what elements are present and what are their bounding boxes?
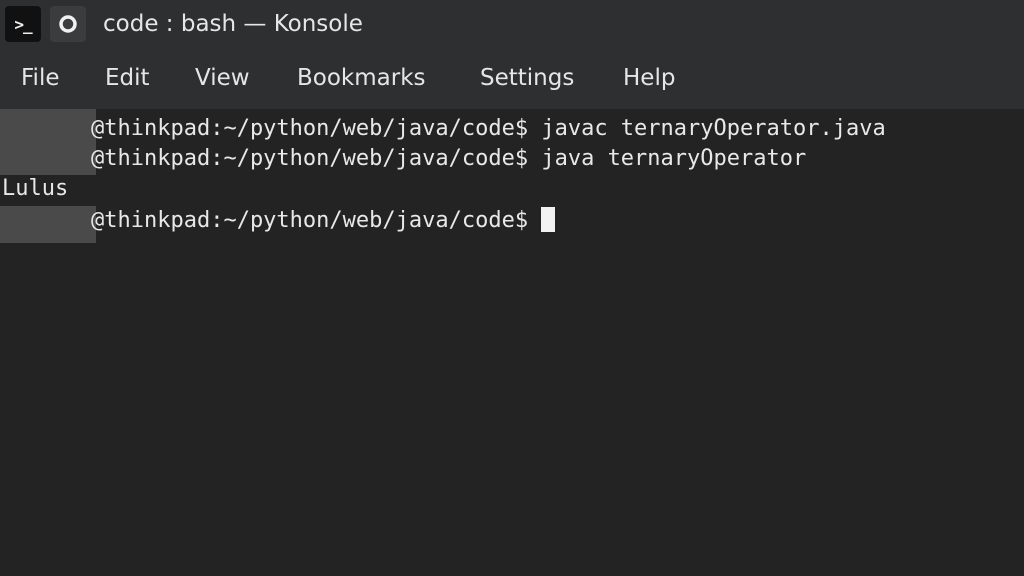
- terminal-line-2: @thinkpad:~/python/web/java/code$ java t…: [91, 144, 806, 174]
- window-title: code : bash — Konsole: [103, 11, 363, 37]
- redacted-username-block: [0, 109, 96, 175]
- menu-bookmarks[interactable]: Bookmarks: [297, 65, 426, 91]
- command: [528, 208, 541, 233]
- terminal-area[interactable]: @thinkpad:~/python/web/java/code$ javac …: [0, 109, 1024, 576]
- menu-bar: File Edit View Bookmarks Settings Help: [0, 52, 1024, 109]
- terminal-output-line: Lulus: [2, 176, 69, 201]
- command: java ternaryOperator: [528, 146, 807, 171]
- menu-settings[interactable]: Settings: [480, 65, 574, 91]
- terminal-line-1: @thinkpad:~/python/web/java/code$ javac …: [91, 114, 886, 144]
- command: javac ternaryOperator.java: [528, 116, 886, 141]
- menu-file[interactable]: File: [21, 65, 60, 91]
- menu-edit[interactable]: Edit: [105, 65, 150, 91]
- terminal-app-icon[interactable]: >_: [5, 6, 41, 42]
- terminal-app-icon-glyph: >_: [14, 14, 32, 34]
- prompt: @thinkpad:~/python/web/java/code$: [91, 146, 529, 171]
- menu-help[interactable]: Help: [623, 65, 675, 91]
- redacted-username-block-2: [0, 206, 96, 243]
- pin-button[interactable]: [50, 6, 86, 42]
- text-cursor: [541, 207, 556, 232]
- title-bar: >_ code : bash — Konsole: [0, 0, 1024, 52]
- pin-icon: [59, 15, 77, 33]
- menu-view[interactable]: View: [195, 65, 250, 91]
- prompt: @thinkpad:~/python/web/java/code$: [91, 208, 529, 233]
- terminal-line-4: @thinkpad:~/python/web/java/code$: [91, 206, 556, 236]
- prompt: @thinkpad:~/python/web/java/code$: [91, 116, 529, 141]
